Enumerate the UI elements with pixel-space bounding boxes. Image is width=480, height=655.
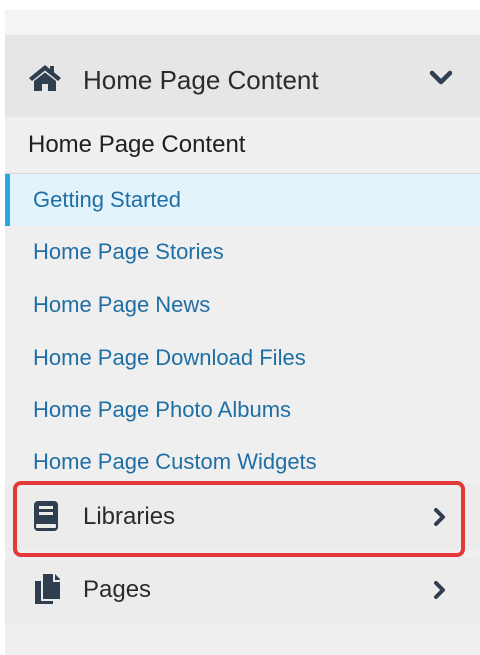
chevron-right-icon[interactable] [433, 507, 447, 527]
chevron-down-icon[interactable] [429, 69, 453, 87]
nav-link-getting-started[interactable]: Getting Started [5, 174, 480, 226]
nav-link-home-page-news[interactable]: Home Page News [5, 279, 480, 331]
book-icon [34, 501, 58, 531]
copy-pages-icon [35, 574, 60, 604]
section-header-label: Home Page Content [83, 65, 319, 95]
nav-link-label: Getting Started [33, 187, 181, 212]
section-header-home-page-content[interactable]: Home Page Content [5, 35, 480, 117]
chevron-right-icon[interactable] [433, 580, 447, 600]
nav-link-home-page-photo-albums[interactable]: Home Page Photo Albums [5, 384, 480, 436]
subheading-label: Home Page Content [28, 131, 246, 158]
section-label: Libraries [83, 503, 176, 530]
nav-link-label: Home Page Photo Albums [33, 397, 292, 422]
nav-link-label: Home Page Download Files [33, 345, 306, 370]
section-pages[interactable]: Pages [5, 557, 480, 623]
nav-link-label: Home Page Custom Widgets [33, 449, 317, 474]
nav-link-home-page-stories[interactable]: Home Page Stories [5, 226, 480, 278]
sidebar-top-strip [5, 10, 480, 35]
sidebar-nav: Home Page Content Home Page Content Gett… [5, 10, 480, 655]
home-icon [29, 65, 61, 91]
nav-link-label: Home Page News [33, 292, 211, 317]
section-label: Pages [83, 576, 152, 603]
section-libraries[interactable]: Libraries [5, 484, 480, 550]
subheading: Home Page Content [5, 117, 480, 174]
nav-link-home-page-download-files[interactable]: Home Page Download Files [5, 332, 480, 384]
nav-link-label: Home Page Stories [33, 239, 224, 264]
nav-link-home-page-custom-widgets[interactable]: Home Page Custom Widgets [5, 436, 480, 488]
